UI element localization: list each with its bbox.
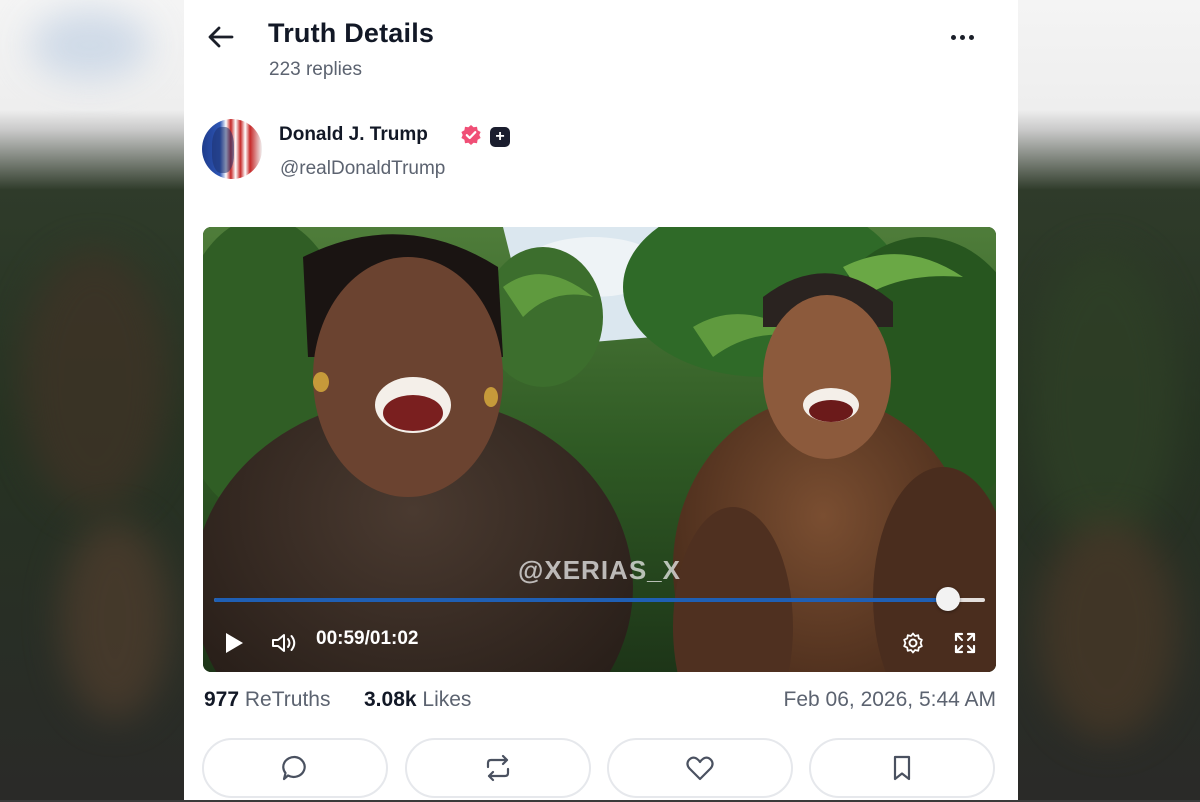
comment-icon xyxy=(282,755,306,781)
verified-badge-icon xyxy=(461,125,481,145)
fullscreen-button[interactable] xyxy=(950,628,980,658)
video-time: 00:59/01:02 xyxy=(316,628,419,649)
like-button[interactable] xyxy=(607,738,793,798)
post-timestamp: Feb 06, 2026, 5:44 AM xyxy=(783,688,996,711)
video-controls: 00:59/01:02 xyxy=(203,614,996,672)
background-blur-left xyxy=(0,0,184,800)
retruths-label: ReTruths xyxy=(244,688,331,711)
author-handle[interactable]: @realDonaldTrump xyxy=(280,158,445,180)
reply-count: 223 replies xyxy=(269,59,362,80)
back-button[interactable] xyxy=(204,20,238,54)
likes-count: 3.08k xyxy=(364,688,417,711)
play-icon xyxy=(226,633,243,653)
more-dot xyxy=(968,34,974,40)
gear-icon xyxy=(903,632,923,654)
video-progress-bar[interactable] xyxy=(214,587,985,611)
repost-icon xyxy=(486,754,510,782)
play-button[interactable] xyxy=(219,628,249,658)
volume-icon xyxy=(272,634,296,652)
video-settings-button[interactable] xyxy=(898,628,928,658)
video-progress-fill xyxy=(214,598,948,602)
retruths-stat[interactable]: 977 ReTruths xyxy=(204,688,330,712)
author-name[interactable]: Donald J. Trump xyxy=(279,124,428,146)
more-dot xyxy=(959,34,965,40)
post-stats: 977 ReTruths 3.08k Likes Feb 06, 2026, 5… xyxy=(204,686,996,718)
page-title: Truth Details xyxy=(268,18,435,48)
arrow-left-icon xyxy=(208,26,234,48)
reply-button[interactable] xyxy=(202,738,388,798)
author-row: Donald J. Trump + @realDonaldTrump xyxy=(202,118,998,182)
bookmark-icon xyxy=(893,755,911,781)
heart-icon xyxy=(686,756,714,781)
volume-button[interactable] xyxy=(269,628,299,658)
likes-label: Likes xyxy=(422,688,472,711)
retruths-count: 977 xyxy=(204,688,240,711)
bookmark-button[interactable] xyxy=(809,738,995,798)
action-bar xyxy=(202,738,1000,802)
page-header: Truth Details 223 replies xyxy=(204,14,998,94)
truth-details-panel: Truth Details 223 replies Donald J. Trum… xyxy=(184,0,1018,800)
background-blur-right xyxy=(1018,0,1200,800)
fullscreen-icon xyxy=(954,632,976,654)
likes-stat[interactable]: 3.08k Likes xyxy=(364,688,471,712)
retruth-button[interactable] xyxy=(405,738,591,798)
video-watermark: @XERIAS_X xyxy=(518,555,681,585)
avatar[interactable] xyxy=(202,119,262,179)
more-horizontal-icon xyxy=(950,34,956,40)
more-options-button[interactable] xyxy=(942,22,982,52)
video-frame xyxy=(203,227,996,672)
video-player[interactable]: @XERIAS_X 00:59/01:02 xyxy=(203,227,996,672)
video-progress-handle[interactable] xyxy=(935,587,960,611)
plus-badge-icon: + xyxy=(490,127,510,147)
